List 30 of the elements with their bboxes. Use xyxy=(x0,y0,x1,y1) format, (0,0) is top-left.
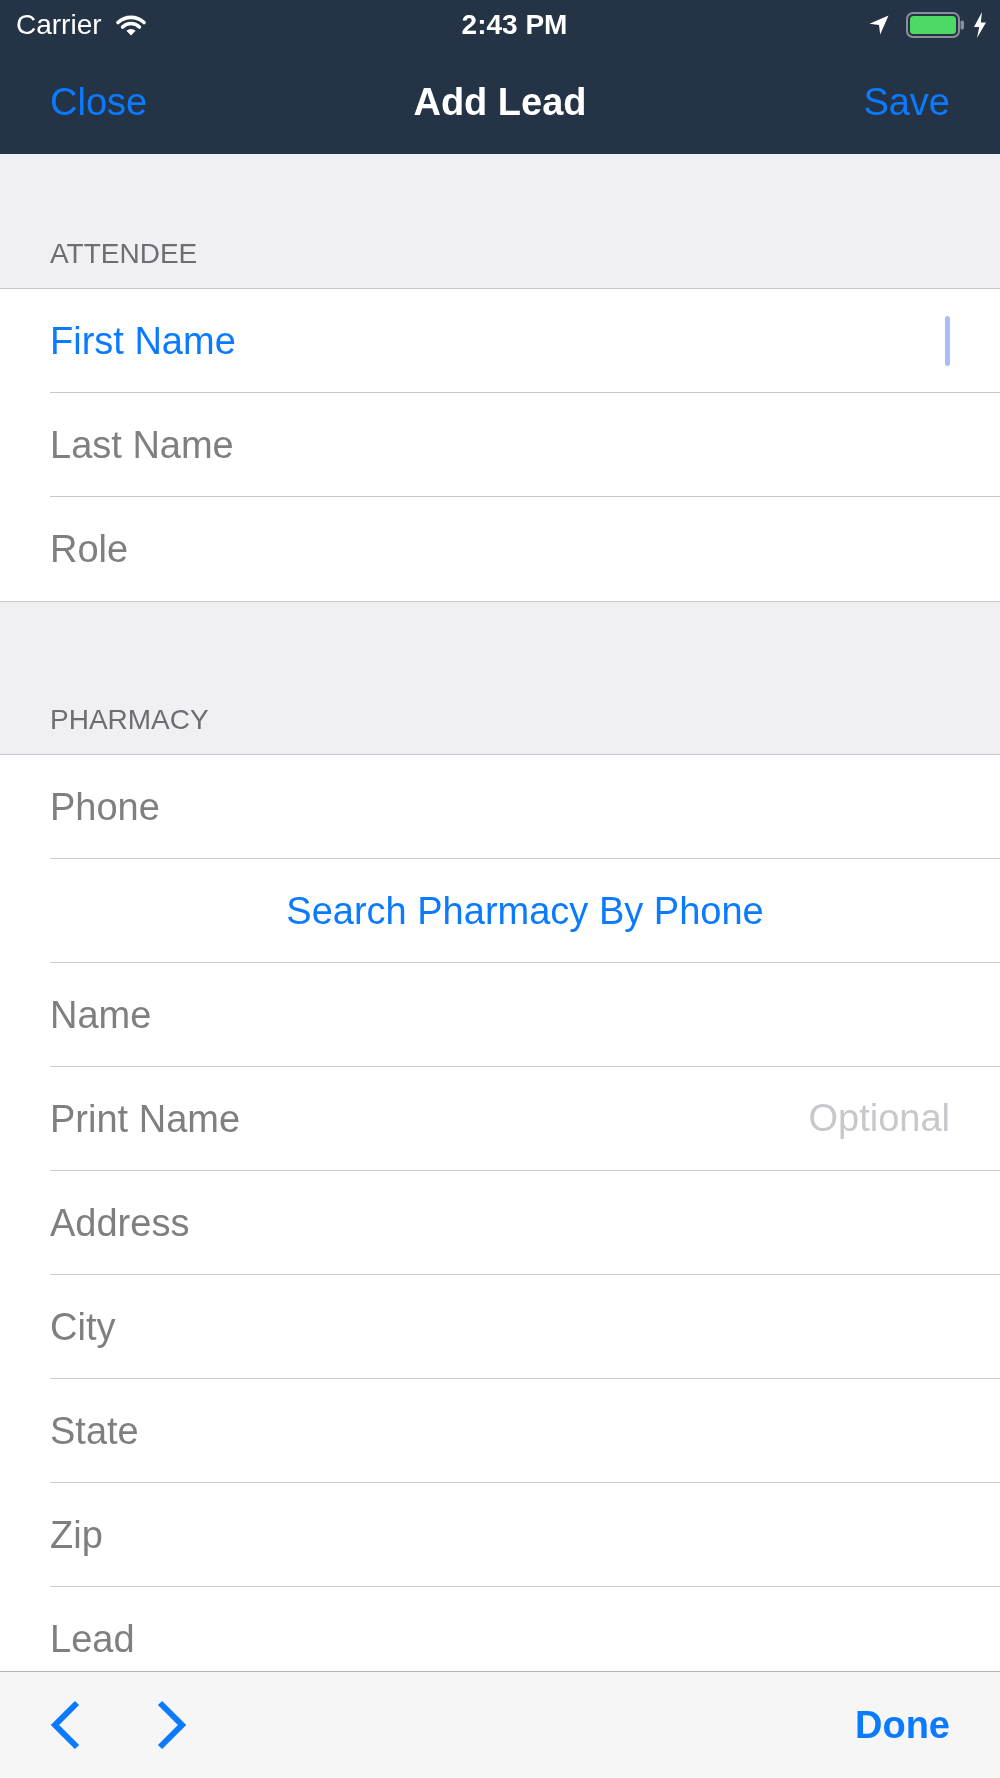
done-button[interactable]: Done xyxy=(855,1706,950,1744)
previous-field-button[interactable] xyxy=(50,1700,80,1750)
field-label: Last Name xyxy=(50,422,234,468)
field-label: First Name xyxy=(50,318,236,364)
input-field[interactable]: Optional xyxy=(260,1095,950,1142)
field-label: Name xyxy=(50,992,152,1038)
charging-bolt-icon xyxy=(973,12,987,38)
carrier-name: Carrier xyxy=(16,11,102,39)
field-label: Lead xyxy=(50,1617,135,1662)
section-header: PHARMACY xyxy=(50,704,209,735)
field-label: Address xyxy=(50,1200,190,1246)
field-label: Phone xyxy=(50,784,160,830)
field-label: State xyxy=(50,1408,139,1454)
close-button[interactable]: Close xyxy=(50,83,148,121)
battery-icon xyxy=(906,12,964,38)
wifi-icon xyxy=(115,14,146,36)
field-label: Print Name xyxy=(50,1096,241,1142)
section-header: ATTENDEE xyxy=(50,238,198,269)
chevron-right-icon xyxy=(157,1700,187,1750)
field-label: Zip xyxy=(50,1512,103,1558)
text-cursor xyxy=(945,315,950,366)
screen-title: Add Lead xyxy=(413,83,587,121)
chevron-left-icon xyxy=(50,1700,80,1750)
save-button[interactable]: Save xyxy=(863,83,950,121)
status-time: 2:43 PM xyxy=(460,11,568,39)
field-label: City xyxy=(50,1304,116,1350)
search-pharmacy-button[interactable]: Search Pharmacy By Phone xyxy=(286,887,764,934)
field-label: Role xyxy=(50,527,129,572)
location-arrow-icon xyxy=(869,15,889,35)
next-field-button[interactable] xyxy=(157,1700,187,1750)
